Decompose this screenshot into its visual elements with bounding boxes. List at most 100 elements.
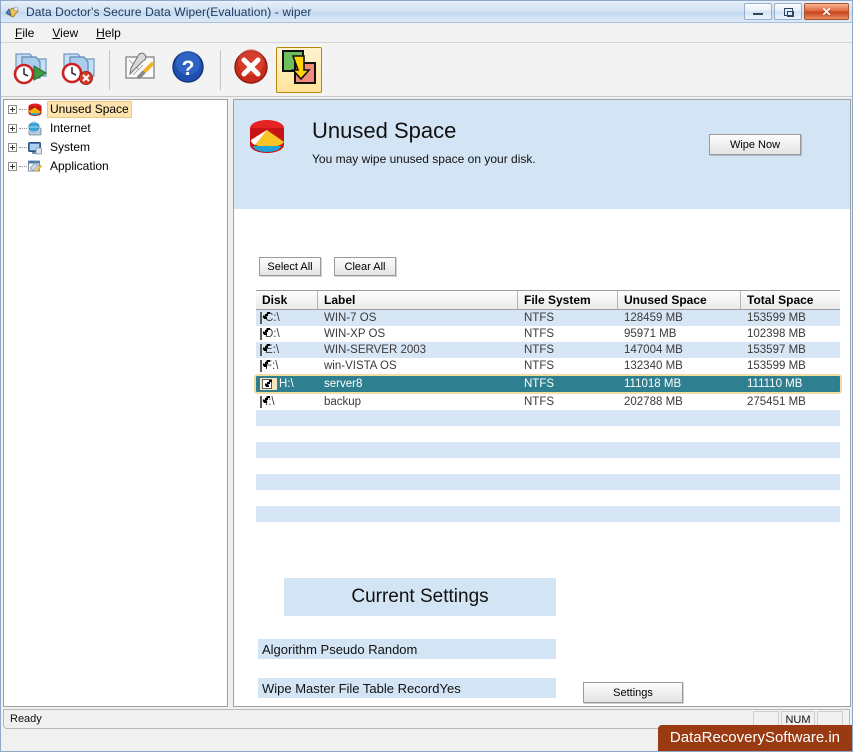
- cell-label: server8: [324, 378, 363, 390]
- page-header-banner: Unused Space You may wipe unused space o…: [234, 100, 850, 209]
- disk-table: Disk Label File System Unused Space Tota…: [254, 290, 842, 538]
- check-icon: ✔: [262, 396, 270, 405]
- row-checkbox[interactable]: ✔: [260, 396, 270, 408]
- navigation-tree[interactable]: Unused Space Internet System Application: [3, 99, 228, 707]
- expand-plus-icon[interactable]: [8, 143, 17, 152]
- table-row[interactable]: ✔ D:\ WIN-XP OS NTFS 95971 MB 102398 MB: [256, 326, 840, 342]
- expand-plus-icon[interactable]: [8, 124, 17, 133]
- cell-disk: ✔ I:\: [256, 396, 318, 408]
- toolbar-remove-schedule-button[interactable]: [54, 47, 100, 93]
- table-blank-row: [256, 458, 840, 474]
- menu-view-rest: iew: [60, 25, 79, 40]
- toolbar-separator-2: [220, 49, 221, 90]
- table-row[interactable]: ✔ C:\ WIN-7 OS NTFS 128459 MB 153599 MB: [256, 310, 840, 326]
- window-title: Data Doctor's Secure Data Wiper(Evaluati…: [26, 4, 312, 19]
- menu-view[interactable]: View: [43, 24, 87, 42]
- schedule-wipe-icon: [8, 46, 50, 93]
- check-icon: ✔: [262, 360, 270, 369]
- application-window-icon: [27, 159, 43, 175]
- table-blank-row: [256, 522, 840, 538]
- maximize-restore-button[interactable]: [774, 3, 802, 20]
- row-checkbox[interactable]: ✔: [260, 360, 270, 372]
- expand-plus-icon[interactable]: [8, 105, 17, 114]
- row-checkbox[interactable]: ✔: [260, 328, 270, 340]
- cell-file-system: NTFS: [524, 378, 555, 390]
- cell-label: WIN-7 OS: [324, 312, 377, 324]
- cell-file-system: NTFS: [524, 396, 555, 408]
- cell-total-space: 153597 MB: [747, 344, 806, 356]
- close-button[interactable]: ✕: [804, 3, 849, 20]
- swap-wipe-icon: [280, 48, 318, 91]
- select-all-button[interactable]: Select All: [259, 257, 321, 276]
- cell-total-space: 153599 MB: [747, 360, 806, 372]
- sidebar-item-label: Unused Space: [47, 101, 132, 118]
- system-monitor-icon: [27, 140, 43, 156]
- toolbar-stop-button[interactable]: [228, 47, 274, 93]
- cell-label: WIN-SERVER 2003: [324, 344, 427, 356]
- row-checkbox[interactable]: ✔: [260, 344, 270, 356]
- table-row[interactable]: ✔ F:\ win-VISTA OS NTFS 132340 MB 153599 MB: [256, 358, 840, 374]
- cell-disk-letter: H:\: [279, 378, 294, 390]
- table-blank-row: [256, 442, 840, 458]
- column-header-unused[interactable]: Unused Space: [618, 291, 741, 309]
- setting-algorithm: Algorithm Pseudo Random: [258, 639, 556, 659]
- remove-schedule-icon: [56, 46, 98, 93]
- toolbar-tools-button[interactable]: [117, 47, 163, 93]
- cell-disk: ✔ C:\: [256, 312, 318, 324]
- toolbar-schedule-wipe-button[interactable]: [6, 47, 52, 93]
- cell-disk: ✔ H:\: [256, 378, 318, 390]
- sidebar-item-label: Application: [50, 159, 109, 173]
- cell-file-system: NTFS: [524, 344, 555, 356]
- cell-file-system: NTFS: [524, 312, 555, 324]
- site-watermark: DataRecoverySoftware.in: [657, 725, 852, 751]
- cell-total-space: 111110 MB: [747, 378, 803, 390]
- sidebar-item-unused-space[interactable]: Unused Space: [4, 100, 227, 119]
- clear-all-button[interactable]: Clear All: [334, 257, 396, 276]
- toolbar-help-button[interactable]: ?: [165, 47, 211, 93]
- table-row[interactable]: ✔ E:\ WIN-SERVER 2003 NTFS 147004 MB 153597 M…: [256, 342, 840, 358]
- row-checkbox[interactable]: ✔: [260, 312, 270, 324]
- minimize-button[interactable]: [744, 3, 772, 20]
- cell-label: win-VISTA OS: [324, 360, 397, 372]
- menu-help[interactable]: Help: [87, 24, 130, 42]
- disk-red-icon: [246, 116, 288, 158]
- cell-unused-space: 128459 MB: [624, 312, 683, 324]
- cell-file-system: NTFS: [524, 328, 555, 340]
- expand-plus-icon[interactable]: [8, 162, 17, 171]
- tree-connector: [19, 166, 27, 167]
- title-bar: Data Doctor's Secure Data Wiper(Evaluati…: [1, 1, 852, 23]
- page-subtitle: You may wipe unused space on your disk.: [312, 152, 536, 166]
- sidebar-item-label: System: [50, 140, 91, 154]
- cell-disk: ✔ E:\: [256, 344, 318, 356]
- table-header-row: Disk Label File System Unused Space Tota…: [256, 290, 840, 310]
- table-row[interactable]: ✔ H:\ server8 NTFS 111018 MB 111110 MB: [254, 374, 842, 394]
- status-message: Ready: [10, 713, 42, 725]
- restore-icon: [783, 7, 794, 17]
- column-header-file-system[interactable]: File System: [518, 291, 618, 309]
- column-header-disk[interactable]: Disk: [256, 291, 318, 309]
- cell-disk: ✔ F:\: [256, 360, 318, 372]
- check-icon: ✔: [262, 312, 270, 321]
- cell-unused-space: 111018 MB: [624, 378, 682, 390]
- toolbar-wipe-button[interactable]: [276, 46, 322, 93]
- table-row[interactable]: ✔ I:\ backup NTFS 202788 MB 275451 MB: [256, 394, 840, 410]
- sidebar-item-application[interactable]: Application: [4, 157, 227, 176]
- row-checkbox[interactable]: ✔: [262, 379, 272, 389]
- toolbar-separator-1: [109, 49, 110, 90]
- page-title: Unused Space: [312, 118, 457, 143]
- table-blank-row: [256, 410, 840, 426]
- help-icon: ?: [168, 47, 208, 92]
- wipe-now-button[interactable]: Wipe Now: [709, 134, 801, 155]
- settings-button[interactable]: Settings: [583, 682, 683, 703]
- menu-file-rest: ile: [22, 25, 35, 40]
- close-icon: ✕: [821, 4, 832, 19]
- table-blank-row: [256, 426, 840, 442]
- cell-total-space: 275451 MB: [747, 396, 806, 408]
- sidebar-item-system[interactable]: System: [4, 138, 227, 157]
- menu-file[interactable]: File: [6, 24, 43, 42]
- disk-red-icon: [27, 102, 43, 118]
- sidebar-item-internet[interactable]: Internet: [4, 119, 227, 138]
- menu-help-rest: elp: [104, 25, 121, 40]
- column-header-total[interactable]: Total Space: [741, 291, 840, 309]
- column-header-label[interactable]: Label: [318, 291, 518, 309]
